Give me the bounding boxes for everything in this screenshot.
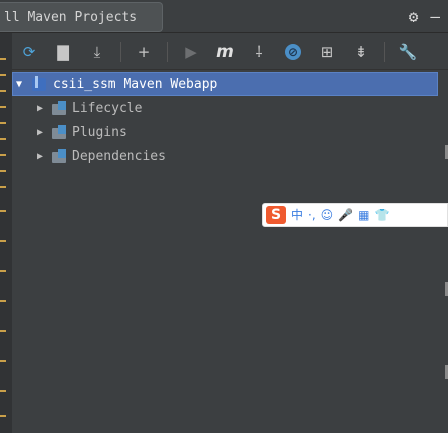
- gutter-marker: [0, 390, 6, 392]
- plus-icon[interactable]: +: [131, 39, 157, 65]
- gutter-marker: [0, 90, 6, 92]
- gutter-marker: [0, 170, 6, 172]
- tool-window-title: ll Maven Projects: [4, 9, 138, 25]
- tool-window-tab[interactable]: ll Maven Projects: [0, 2, 163, 32]
- minimize-icon[interactable]: —: [430, 8, 440, 25]
- title-actions: ⚙ —: [409, 0, 440, 33]
- folder-refresh-icon[interactable]: ▇: [50, 39, 76, 65]
- wrench-icon[interactable]: 🔧: [395, 39, 421, 65]
- skip-tests-button[interactable]: ⊘: [280, 39, 306, 65]
- ime-logo-icon[interactable]: S: [266, 206, 286, 224]
- gutter-marker: [0, 106, 6, 108]
- gutter-marker: [0, 74, 6, 76]
- chevron-down-icon[interactable]: ▼: [13, 79, 25, 90]
- tree-node-plugins[interactable]: ▶ Plugins: [12, 120, 438, 144]
- maven-toolbar: ⟳ ▇ ⤓ + ▶ m ⸸ ⊘ ⊞ ⇟ 🔧: [12, 34, 448, 70]
- maven-goal-icon[interactable]: m: [212, 39, 238, 65]
- microphone-icon[interactable]: 🎤: [338, 209, 353, 221]
- gear-icon[interactable]: ⚙: [409, 8, 419, 25]
- refresh-icon[interactable]: ⟳: [16, 39, 42, 65]
- project-name: csii_ssm Maven Webapp: [53, 76, 218, 92]
- tree-root-project[interactable]: ▼ csii_ssm Maven Webapp: [12, 72, 438, 96]
- ime-toolbar: S 中 ·, ☺ 🎤 ▦ 👕: [262, 203, 448, 227]
- skin-icon[interactable]: 👕: [374, 209, 389, 221]
- maven-project-tree: ▼ csii_ssm Maven Webapp ▶ Lifecycle ▶ Pl…: [12, 72, 438, 168]
- download-icon[interactable]: ⤓: [84, 39, 110, 65]
- gutter-marker: [0, 138, 6, 140]
- tree-node-lifecycle[interactable]: ▶ Lifecycle: [12, 96, 438, 120]
- gutter-marker: [0, 154, 6, 156]
- tree-node-dependencies[interactable]: ▶ Dependencies: [12, 144, 438, 168]
- chevron-right-icon[interactable]: ▶: [34, 151, 46, 162]
- tree-node-label: Lifecycle: [72, 100, 143, 116]
- gutter-marker: [0, 300, 6, 302]
- collapse-icon[interactable]: ⇟: [348, 39, 374, 65]
- gutter-marker: [0, 330, 6, 332]
- gutter-marker: [0, 58, 6, 60]
- punctuation-icon[interactable]: ·,: [308, 209, 316, 221]
- toolbar-separator: [384, 41, 385, 62]
- gutter-marker: [0, 270, 6, 272]
- chevron-right-icon[interactable]: ▶: [34, 127, 46, 138]
- gutter-marker: [0, 360, 6, 362]
- tree-node-label: Dependencies: [72, 148, 166, 164]
- folder-icon: [52, 149, 68, 163]
- skip-tests-icon: ⊘: [285, 43, 301, 60]
- emoji-icon[interactable]: ☺: [321, 209, 334, 221]
- toolbar-separator: [167, 41, 168, 62]
- keyboard-icon[interactable]: ▦: [358, 209, 369, 221]
- chinese-mode-icon[interactable]: 中: [291, 209, 303, 221]
- gutter-marker: [0, 186, 6, 188]
- toolbar-separator: [120, 41, 121, 62]
- folder-icon: [52, 101, 68, 115]
- chevron-right-icon[interactable]: ▶: [34, 103, 46, 114]
- maven-project-icon: [31, 76, 47, 92]
- gutter-marker: [0, 240, 6, 242]
- tree-node-label: Plugins: [72, 124, 127, 140]
- left-gutter: [0, 0, 12, 433]
- folder-icon: [52, 125, 68, 139]
- gutter-marker: [0, 210, 6, 212]
- gutter-marker: [0, 415, 6, 417]
- diagram-icon[interactable]: ⊞: [314, 39, 340, 65]
- run-icon[interactable]: ▶: [178, 39, 204, 65]
- offline-icon[interactable]: ⸸: [246, 39, 272, 65]
- gutter-marker: [0, 122, 6, 124]
- tool-window-header: ll Maven Projects ⚙ —: [0, 0, 448, 33]
